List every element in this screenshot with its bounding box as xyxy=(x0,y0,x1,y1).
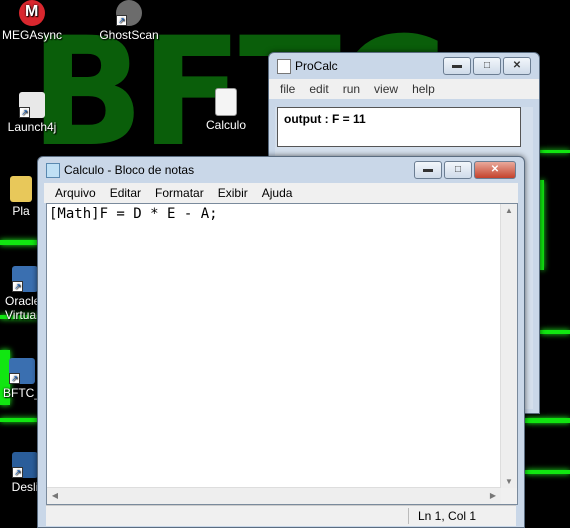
notepad-titlebar[interactable]: Calculo - Bloco de notas ▬ □ ✕ xyxy=(38,157,524,183)
menu-formatar[interactable]: Formatar xyxy=(148,186,211,200)
desktop-icon-label: GhostScan xyxy=(99,28,159,42)
neon-line xyxy=(525,418,570,423)
menu-help[interactable]: help xyxy=(405,82,442,96)
close-button[interactable]: ✕ xyxy=(474,161,516,179)
desktop-icon-label: MEGAsync xyxy=(1,28,62,42)
desktop-icon-ghostscan[interactable]: ↗ GhostScan xyxy=(94,0,164,42)
menu-file[interactable]: file xyxy=(273,82,302,96)
notepad-icon xyxy=(46,163,60,178)
desktop-icon-megasync[interactable]: M MEGAsync xyxy=(0,0,67,42)
text-file-icon xyxy=(215,88,237,116)
menu-ajuda[interactable]: Ajuda xyxy=(255,186,300,200)
ghostscan-icon: ↗ xyxy=(116,0,142,26)
launch4j-icon: ↗ xyxy=(19,92,45,118)
neon-line xyxy=(525,470,570,474)
scroll-corner xyxy=(501,488,517,504)
menu-exibir[interactable]: Exibir xyxy=(211,186,255,200)
notepad-window[interactable]: Calculo - Bloco de notas ▬ □ ✕ Arquivo E… xyxy=(37,156,525,528)
desktop-icon-calculo[interactable]: Calculo xyxy=(191,88,261,132)
shortcut-arrow-icon: ↗ xyxy=(12,281,23,292)
neon-line xyxy=(540,330,570,334)
minimize-button[interactable]: ▬ xyxy=(414,161,442,179)
folder-icon xyxy=(10,176,32,202)
window-app-icon xyxy=(277,59,291,74)
shutdown-icon: ↗ xyxy=(12,452,38,478)
shortcut-arrow-icon: ↗ xyxy=(116,15,127,26)
text-editor-area[interactable]: [Math]F = D * E - A; ▲ ▼ ◀ ▶ xyxy=(46,203,518,505)
cursor-position: Ln 1, Col 1 xyxy=(418,509,477,523)
vertical-scrollbar[interactable]: ▲ ▼ xyxy=(500,204,517,488)
editor-text[interactable]: [Math]F = D * E - A; xyxy=(49,206,218,222)
window-title: ProCalc xyxy=(295,59,338,73)
neon-line xyxy=(0,240,40,245)
menu-edit[interactable]: edit xyxy=(302,82,335,96)
megasync-icon: M xyxy=(19,0,45,26)
scroll-up-icon[interactable]: ▲ xyxy=(501,206,517,215)
desktop-icon-launch4j[interactable]: ↗ Launch4j xyxy=(0,92,67,134)
shortcut-arrow-icon: ↗ xyxy=(19,107,30,118)
shortcut-arrow-icon: ↗ xyxy=(12,467,23,478)
status-separator xyxy=(408,508,409,524)
virtualbox-icon: ↗ xyxy=(9,358,35,384)
scroll-left-icon[interactable]: ◀ xyxy=(47,491,63,500)
horizontal-scrollbar[interactable]: ◀ ▶ xyxy=(47,487,501,504)
virtualbox-icon: ↗ xyxy=(12,266,38,292)
desktop-icon-label: Calculo xyxy=(205,118,247,132)
menu-run[interactable]: run xyxy=(336,82,367,96)
status-bar: Ln 1, Col 1 xyxy=(46,505,516,526)
menu-view[interactable]: view xyxy=(367,82,405,96)
neon-line xyxy=(0,418,40,422)
neon-line xyxy=(540,180,544,270)
menu-arquivo[interactable]: Arquivo xyxy=(48,186,103,200)
notepad-menubar: Arquivo Editar Formatar Exibir Ajuda xyxy=(44,183,518,203)
close-button[interactable]: ✕ xyxy=(503,57,531,75)
output-display: output : F = 11 xyxy=(277,107,521,147)
scroll-down-icon[interactable]: ▼ xyxy=(501,477,517,486)
scroll-right-icon[interactable]: ▶ xyxy=(485,491,501,500)
minimize-button[interactable]: ▬ xyxy=(443,57,471,75)
procalc-titlebar[interactable]: ProCalc ▬ □ ✕ xyxy=(269,53,539,79)
shortcut-arrow-icon: ↗ xyxy=(9,373,20,384)
window-title: Calculo - Bloco de notas xyxy=(64,163,195,177)
maximize-button[interactable]: □ xyxy=(444,161,472,179)
menu-editar[interactable]: Editar xyxy=(103,186,148,200)
desktop-icon-label: Launch4j xyxy=(7,120,57,134)
maximize-button[interactable]: □ xyxy=(473,57,501,75)
procalc-menubar: file edit run view help xyxy=(269,79,539,99)
